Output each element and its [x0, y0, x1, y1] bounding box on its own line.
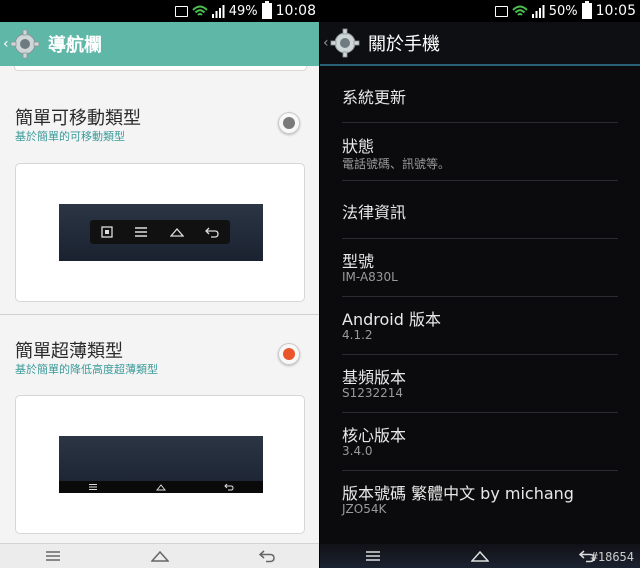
- menu-icon: [46, 551, 61, 561]
- row-subtitle: 3.4.0: [342, 444, 373, 458]
- radio-button-selected[interactable]: [278, 343, 300, 365]
- row-title: 系統更新: [342, 88, 407, 107]
- action-bar: ‹ 關於手機: [320, 22, 640, 66]
- radio-dot: [283, 117, 295, 129]
- watermark: #18654: [590, 550, 634, 564]
- back-chevron-icon[interactable]: ‹: [323, 35, 330, 51]
- divider: [0, 314, 320, 315]
- row-divider: [342, 412, 618, 413]
- radio-button-unselected[interactable]: [278, 112, 300, 134]
- radio-dot: [283, 348, 295, 360]
- screen-title: 關於手機: [368, 34, 440, 55]
- row-divider: [342, 296, 618, 297]
- back-icon: [258, 550, 275, 563]
- wifi-icon: [512, 5, 528, 16]
- menu-icon: [89, 484, 97, 490]
- menu-icon: [366, 551, 381, 561]
- battery-percent: 49%: [228, 3, 258, 19]
- home-icon: [150, 550, 169, 562]
- row-title: 版本號碼 繁體中文 by michang: [342, 484, 574, 503]
- row-title: 基頻版本: [342, 368, 407, 387]
- sim-icon: [174, 5, 188, 17]
- system-navigation-bar: [0, 543, 320, 568]
- preview-navbar: [59, 436, 263, 493]
- menu-icon: [135, 227, 148, 237]
- previous-preview-card: [14, 66, 307, 71]
- menu-button[interactable]: [343, 546, 403, 566]
- row-divider: [342, 238, 618, 239]
- signal-icon: [531, 4, 545, 18]
- home-icon: [169, 228, 184, 237]
- status-bar: 50% 10:05: [320, 0, 640, 22]
- gear-icon[interactable]: [330, 28, 360, 58]
- option-subtitle: 基於簡單的降低高度超薄類型: [15, 363, 158, 376]
- sim-icon: [494, 5, 508, 17]
- row-divider: [342, 122, 618, 123]
- back-chevron-icon[interactable]: ‹: [3, 36, 10, 52]
- battery-percent: 50%: [548, 3, 578, 19]
- screen-title: 導航欄: [48, 35, 102, 56]
- option-title: 簡單可移動類型: [15, 108, 141, 129]
- preview-card: [15, 163, 305, 302]
- row-subtitle: 電話號碼、訊號等。: [342, 157, 451, 171]
- row-title: 核心版本: [342, 426, 407, 445]
- preview-card: [15, 395, 305, 534]
- row-subtitle: 4.1.2: [342, 328, 373, 342]
- row-divider: [342, 180, 618, 181]
- clock: 10:08: [275, 3, 316, 19]
- gear-icon[interactable]: [10, 29, 40, 59]
- row-title: 狀態: [342, 137, 375, 156]
- home-button[interactable]: [450, 546, 510, 566]
- menu-button[interactable]: [23, 546, 83, 566]
- action-bar: ‹ 導航欄: [0, 22, 320, 66]
- signal-icon: [211, 4, 225, 18]
- status-bar: 49% 10:08: [0, 0, 320, 22]
- row-title: 型號: [342, 252, 375, 271]
- navigation-bar-settings-screen: 49% 10:08 ‹ 導航欄 簡單可移動類型 基於簡單的可移動類型 簡單超薄類…: [0, 0, 320, 568]
- wifi-icon: [192, 5, 208, 16]
- option-title: 簡單超薄類型: [15, 341, 123, 362]
- about-phone-screen: 50% 10:05 ‹ 關於手機 系統更新 狀態 電話號碼、訊號等。 法律資訊 …: [320, 0, 640, 568]
- row-subtitle: S1232214: [342, 386, 404, 400]
- battery-icon: [261, 1, 272, 19]
- back-icon: [205, 227, 219, 238]
- clock: 10:05: [595, 3, 636, 19]
- row-divider: [342, 354, 618, 355]
- row-subtitle: JZO54K: [342, 502, 387, 516]
- row-divider: [342, 470, 618, 471]
- row-subtitle: IM-A830L: [342, 270, 398, 284]
- preview-navbar: [59, 204, 263, 261]
- row-title: Android 版本: [342, 310, 441, 329]
- menu-square-icon: [101, 226, 113, 238]
- row-title: 法律資訊: [342, 203, 407, 222]
- home-button[interactable]: [130, 546, 190, 566]
- home-icon: [470, 550, 489, 562]
- option-subtitle: 基於簡單的可移動類型: [15, 130, 125, 143]
- back-button[interactable]: [237, 546, 297, 566]
- home-icon: [156, 484, 166, 491]
- back-icon: [224, 483, 234, 491]
- battery-icon: [581, 1, 592, 19]
